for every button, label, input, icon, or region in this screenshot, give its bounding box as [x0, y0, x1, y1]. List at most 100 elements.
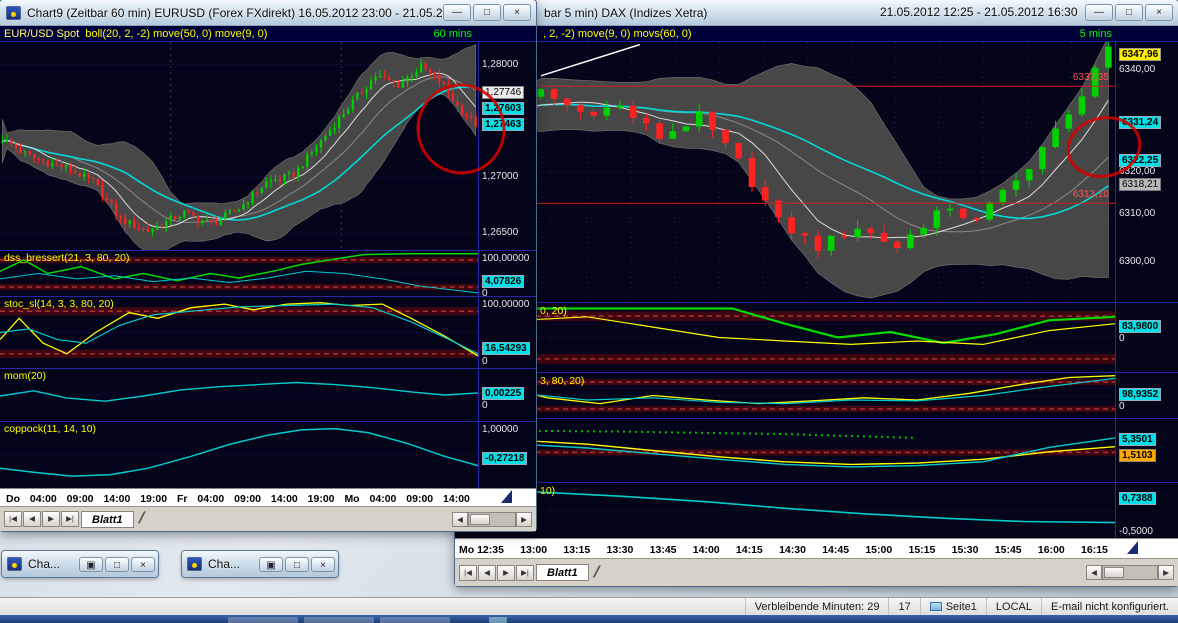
maximize-button[interactable]: □ [105, 557, 129, 572]
indicator-scale-label: 0 [482, 288, 488, 299]
sheet-tab-blatt1[interactable]: Blatt1 [536, 564, 589, 581]
desktop: { "icons": { "minimize": "—", "maximize"… [0, 0, 1178, 623]
minimize-button[interactable]: — [1085, 4, 1113, 21]
panel-separator [455, 482, 1178, 483]
taskbar-item[interactable] [380, 617, 450, 623]
indicator-scale-label: 100,00000 [482, 253, 529, 264]
minimized-window-title: Cha... [28, 557, 60, 571]
scroll-right-button[interactable]: ▶ [516, 512, 532, 527]
price-marker-2: 1,27463 [482, 118, 524, 131]
price-grid-label: 1,27000 [482, 171, 518, 182]
time-axis-label: Fr [177, 493, 188, 505]
price-marker-1: 6331,24 [1119, 116, 1161, 129]
indicator-scale-label: 100,00000 [482, 299, 529, 310]
status-local: LOCAL [986, 598, 1041, 615]
minimized-window-title: Cha... [208, 557, 240, 571]
tab-slash-decoration: / [133, 510, 149, 528]
timeframe-label: 5 mins [1080, 28, 1112, 40]
time-axis-label: 14:15 [736, 544, 763, 556]
dss-panel-label: dss_bressert(21, 3, 80, 20) [4, 252, 129, 264]
price-grid-label: 6310,00 [1119, 208, 1155, 219]
stochastic-panel-label: stoc_sl(14, 3, 3, 80, 20) [4, 298, 114, 310]
indicator-scale-label: -0,5000 [1119, 526, 1153, 537]
taskbar[interactable] [0, 615, 1178, 623]
studies-label: boll(20, 2, -2) move(50, 0) move(9, 0) [85, 28, 267, 40]
indicator-scale-label: 0 [1119, 401, 1125, 412]
sheet-nav-button[interactable]: ▶| [61, 511, 79, 527]
dax-main-chart[interactable]: 6337,35 6313,10 [455, 42, 1115, 302]
sheet-nav-button[interactable]: ▶| [516, 565, 534, 581]
taskbar-tray-icon[interactable] [489, 617, 507, 623]
tab-slash-decoration: / [588, 564, 604, 582]
scroll-left-button[interactable]: ◀ [452, 512, 468, 527]
symbol-label: EUR/USD Spot [4, 28, 79, 40]
dax-chart-window[interactable]: bar 5 min) DAX (Indizes Xetra) 21.05.201… [455, 0, 1178, 586]
sheet-nav-button[interactable]: ▶ [42, 511, 60, 527]
page-monitor-icon [930, 602, 942, 611]
minimized-chart-window-1[interactable]: Cha... ▣ □ × [2, 551, 158, 577]
sheet-nav-button[interactable]: |◀ [459, 565, 477, 581]
taskbar-item[interactable] [228, 617, 298, 623]
sheet-nav-button[interactable]: ▶ [497, 565, 515, 581]
indicator-scale-label: 1,00000 [482, 424, 518, 435]
close-button[interactable]: × [131, 557, 155, 572]
time-axis-label: 04:00 [197, 493, 224, 505]
time-axis-label: 14:45 [822, 544, 849, 556]
time-axis-label: 16:00 [1038, 544, 1065, 556]
close-button[interactable]: × [503, 4, 531, 21]
scrollbar-thumb[interactable] [470, 514, 490, 525]
restore-button[interactable]: ▣ [259, 557, 283, 572]
sheet-nav-buttons: |◀◀▶▶| [459, 565, 534, 581]
time-axis-label: 15:30 [952, 544, 979, 556]
dss-panel-label: 0, 20) [540, 305, 567, 317]
dss-value-box: 83,9800 [1119, 320, 1161, 333]
scroll-left-button[interactable]: ◀ [1086, 565, 1102, 580]
scrollbar-thumb[interactable] [1104, 567, 1124, 578]
stochastic-panel-label: 3, 80, 20) [540, 375, 584, 387]
time-axis-label: 13:45 [650, 544, 677, 556]
restore-button[interactable]: ▣ [79, 557, 103, 572]
maximize-button[interactable]: □ [285, 557, 309, 572]
eurusd-window-titlebar[interactable]: Chart9 (Zeitbar 60 min) EURUSD (Forex FX… [0, 0, 536, 26]
time-axis-label: 09:00 [406, 493, 433, 505]
horizontal-scrollbar[interactable]: ◀ ▶ [452, 512, 532, 527]
time-axis: Mo 12:3513:0013:1513:3013:4514:0014:1514… [455, 538, 1178, 558]
stoc-value-box: 98,9352 [1119, 388, 1161, 401]
taskbar-item[interactable] [304, 617, 374, 623]
sheet-tab-blatt1[interactable]: Blatt1 [81, 511, 134, 528]
sheet-nav-buttons: |◀◀▶▶| [4, 511, 79, 527]
chart-anchor-icon [1127, 541, 1138, 554]
scroll-right-button[interactable]: ▶ [1158, 565, 1174, 580]
horizontal-scrollbar[interactable]: ◀ ▶ [1086, 565, 1174, 580]
price-grid-label: 6320,00 [1119, 166, 1155, 177]
time-axis-label: 16:15 [1081, 544, 1108, 556]
momentum-indicator-panel[interactable] [0, 369, 478, 421]
scrollbar-track[interactable] [468, 512, 516, 527]
price-grid-label: 6300,00 [1119, 256, 1155, 267]
price-grid-label: 1,26500 [482, 227, 518, 238]
status-remaining-minutes: Verbleibende Minuten: 29 [745, 598, 889, 615]
sheet-nav-button[interactable]: ◀ [23, 511, 41, 527]
eurusd-main-chart[interactable] [0, 42, 478, 250]
chart-header: , 2, -2) move(9, 0) movs(60, 0) 5 mins [455, 26, 1178, 42]
eurusd-chart-window[interactable]: Chart9 (Zeitbar 60 min) EURUSD (Forex FX… [0, 0, 536, 531]
status-email: E-mail nicht konfiguriert. [1041, 598, 1178, 615]
scrollbar-track[interactable] [1102, 565, 1158, 580]
dss-value-box: 4,07826 [482, 275, 524, 288]
close-button[interactable]: × [1145, 4, 1173, 21]
coppock-panel-label: coppock(11, 14, 10) [4, 423, 96, 435]
minimized-chart-window-2[interactable]: Cha... ▣ □ × [182, 551, 338, 577]
time-axis-label: 19:00 [140, 493, 167, 505]
dax-window-titlebar[interactable]: bar 5 min) DAX (Indizes Xetra) 21.05.201… [455, 0, 1178, 26]
close-button[interactable]: × [311, 557, 335, 572]
time-axis-label: Mo [344, 493, 359, 505]
sheet-nav-button[interactable]: |◀ [4, 511, 22, 527]
mom-value-box-2: 1,5103 [1119, 449, 1156, 462]
sheet-nav-button[interactable]: ◀ [478, 565, 496, 581]
maximize-button[interactable]: □ [473, 4, 501, 21]
minimize-button[interactable]: — [443, 4, 471, 21]
time-axis-label: 14:00 [271, 493, 298, 505]
window-controls: ▣ □ × [259, 557, 335, 572]
momentum-indicator-panel[interactable] [455, 419, 1115, 482]
maximize-button[interactable]: □ [1115, 4, 1143, 21]
